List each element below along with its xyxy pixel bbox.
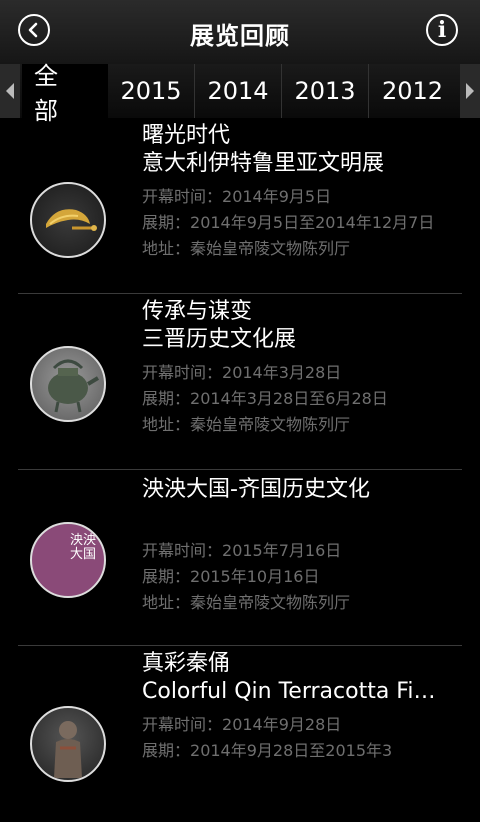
exhibition-title: 意大利伊特鲁里亚文明展 (142, 151, 385, 176)
terracotta-figure-thumbnail (30, 706, 106, 782)
page-title: 展览回顾 (190, 22, 290, 50)
gold-artifact-thumbnail (30, 182, 106, 258)
exhibition-subtitle: 泱泱大国-齐国历史文化 (142, 477, 370, 502)
exhibition-subtitle: 真彩秦俑 (142, 651, 231, 676)
address-value: 秦始皇帝陵文物陈列厅 (190, 239, 351, 258)
period-value: 2015年10月16日 (190, 567, 320, 586)
triangle-right-icon (466, 83, 474, 99)
exhibition-item[interactable]: 曙光时代 意大利伊特鲁里亚文明展 开幕时间：2014年9月5日 展期：2014年… (18, 118, 462, 294)
address-value: 秦始皇帝陵文物陈列厅 (190, 415, 351, 434)
period-label: 展期： (142, 213, 191, 232)
exhibition-title: 三晋历史文化展 (142, 327, 297, 352)
period-label: 展期： (142, 741, 191, 760)
triangle-left-icon (6, 83, 14, 99)
exhibition-item[interactable]: 泱泱大国 泱泱大国-齐国历史文化 开幕时间：2015年7月16日 展期：2015… (18, 470, 462, 646)
tab-2013[interactable]: 2013 (282, 64, 369, 118)
period-value: 2014年9月28日至2015年3 (190, 741, 393, 760)
year-tab-bar: 全部 2015 2014 2013 2012 (0, 62, 480, 125)
open-date-label: 开幕时间： (142, 541, 223, 560)
info-circle-icon: i (437, 17, 447, 43)
exhibition-title: Colorful Qin Terracotta Fi… (142, 679, 436, 704)
period-label: 展期： (142, 567, 191, 586)
purple-poster-thumbnail: 泱泱大国 (30, 522, 106, 598)
open-date-label: 开幕时间： (142, 363, 223, 382)
exhibition-subtitle: 传承与谋变 (142, 299, 253, 324)
address-value: 秦始皇帝陵文物陈列厅 (190, 593, 351, 612)
exhibition-item[interactable]: 传承与谋变 三晋历史文化展 开幕时间：2014年3月28日 展期：2014年3月… (18, 294, 462, 470)
address-label: 地址： (142, 239, 191, 258)
poster-text: 泱泱大国 (70, 533, 97, 562)
tab-2014[interactable]: 2014 (195, 64, 282, 118)
exhibition-list: 曙光时代 意大利伊特鲁里亚文明展 开幕时间：2014年9月5日 展期：2014年… (0, 118, 480, 822)
tab-2012[interactable]: 2012 (369, 64, 456, 118)
bronze-vessel-thumbnail (30, 346, 106, 422)
period-label: 展期： (142, 389, 191, 408)
period-value: 2014年9月5日至2014年12月7日 (190, 213, 435, 232)
open-date-value: 2014年9月5日 (222, 187, 332, 206)
open-date-value: 2014年9月28日 (222, 715, 342, 734)
tab-all[interactable]: 全部 (22, 62, 108, 125)
open-date-value: 2015年7月16日 (222, 541, 342, 560)
exhibition-subtitle: 曙光时代 (142, 123, 231, 148)
tab-2015[interactable]: 2015 (108, 64, 195, 118)
exhibition-title (142, 504, 454, 532)
open-date-label: 开幕时间： (142, 187, 223, 206)
scroll-right-button[interactable] (460, 64, 480, 118)
scroll-left-button[interactable] (0, 64, 20, 118)
info-button[interactable]: i (426, 14, 458, 46)
exhibition-item[interactable]: 真彩秦俑 Colorful Qin Terracotta Fi… 开幕时间：20… (18, 646, 462, 822)
period-value: 2014年3月28日至6月28日 (190, 389, 388, 408)
address-label: 地址： (142, 593, 191, 612)
address-label: 地址： (142, 415, 191, 434)
open-date-value: 2014年3月28日 (222, 363, 342, 382)
open-date-label: 开幕时间： (142, 715, 223, 734)
